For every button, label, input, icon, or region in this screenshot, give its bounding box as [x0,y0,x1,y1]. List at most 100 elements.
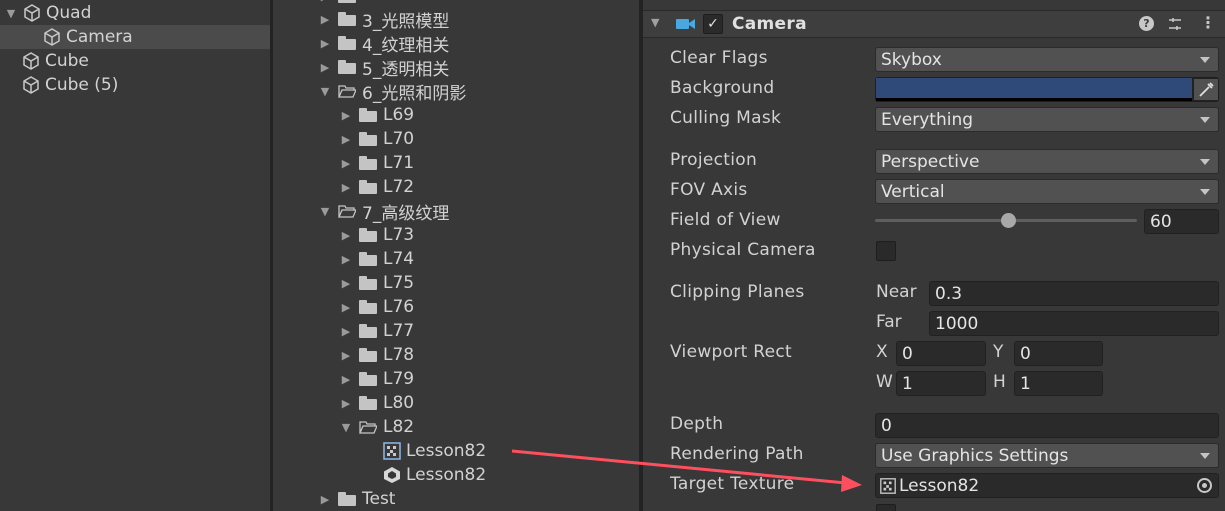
open-folder-icon [359,421,377,434]
presets-icon[interactable] [1167,16,1183,32]
project-folder-l77[interactable]: ▶ L77 [339,319,414,343]
clear-flags-dropdown[interactable]: Skybox [875,47,1219,72]
project-folder-l73[interactable]: ▶ L73 [339,223,414,247]
depth-value: 0 [881,415,892,436]
field-of-view-slider[interactable] [875,211,1137,231]
rendering-path-dropdown[interactable]: Use Graphics Settings [875,443,1219,468]
hierarchy-item-quad[interactable]: ▼ Quad [0,1,270,25]
folder-icon [359,180,377,194]
hierarchy-item-cube[interactable]: Cube [0,49,270,73]
dropdown-arrow-icon [1200,117,1210,123]
physical-camera-checkbox[interactable] [876,241,896,261]
project-folder-test[interactable]: ▶ Test [318,487,396,511]
expand-arrow-icon[interactable]: ▶ [339,156,353,170]
hierarchy-item-cube-5[interactable]: Cube (5) [0,73,270,97]
project-folder-l76[interactable]: ▶ L76 [339,295,414,319]
folder-label: 5_透明相关 [362,59,450,80]
near-plane-input[interactable]: 0.3 [929,281,1219,306]
component-enabled-checkbox[interactable]: ✓ [703,14,723,34]
expand-arrow-icon[interactable]: ▶ [339,372,353,386]
viewport-w-input[interactable]: 1 [896,371,986,396]
expand-arrow-icon[interactable]: ▶ [339,180,353,194]
folder-icon [359,228,377,242]
next-property-checkbox-partial[interactable] [876,504,896,511]
folder-icon [359,372,377,386]
collapse-arrow-icon[interactable]: ▼ [318,84,332,98]
expand-arrow-icon[interactable]: ▼ [4,6,18,20]
project-folder-l79[interactable]: ▶ L79 [339,367,414,391]
gameobject-cube-icon [23,76,39,94]
field-of-view-input[interactable]: 60 [1144,209,1219,234]
project-folder-l69[interactable]: ▶ L69 [339,103,414,127]
collapse-arrow-icon[interactable]: ▼ [318,204,332,218]
expand-arrow-icon[interactable]: ▶ [339,132,353,146]
foldout-arrow-icon[interactable]: ▼ [651,16,659,29]
expand-arrow-icon[interactable]: ▶ [339,300,353,314]
project-folder-l75[interactable]: ▶ L75 [339,271,414,295]
project-folder-7[interactable]: ▼ 7_高级纹理 [318,199,450,224]
slider-thumb[interactable] [1001,213,1016,228]
project-folder-4[interactable]: ▶ 4_纹理相关 [318,31,450,56]
dropdown-arrow-icon [1200,57,1210,63]
expand-arrow-icon[interactable]: ▶ [318,492,332,506]
hierarchy-item-camera[interactable]: Camera [0,25,270,49]
object-picker-icon[interactable] [1197,478,1212,493]
folder-label: L75 [383,273,415,293]
unity-scene-icon [384,467,400,483]
project-folder-l74[interactable]: ▶ L74 [339,247,414,271]
viewport-y-input[interactable]: 0 [1014,341,1103,366]
folder-icon [359,324,377,338]
projection-dropdown[interactable]: Perspective [875,149,1219,174]
expand-arrow-icon[interactable]: ▶ [318,12,332,26]
dropdown-arrow-icon [1200,453,1210,459]
project-folder-l78[interactable]: ▶ L78 [339,343,414,367]
expand-arrow-icon[interactable]: ▶ [318,36,332,50]
camera-component-header[interactable]: ▼ ✓ Camera ? ⋮ [643,10,1225,38]
expand-arrow-icon[interactable]: ▶ [339,252,353,266]
more-options-icon[interactable]: ⋮ [1200,13,1216,32]
far-label: Far [876,312,902,332]
viewport-x-input[interactable]: 0 [896,341,986,366]
expand-arrow-icon[interactable]: ▶ [339,348,353,362]
help-icon[interactable]: ? [1139,16,1154,31]
expand-arrow-icon[interactable]: ▶ [339,276,353,290]
project-folder-6[interactable]: ▼ 6_光照和阴影 [318,79,467,104]
viewport-x-value: 0 [902,343,913,364]
depth-input[interactable]: 0 [875,413,1219,438]
folder-icon [359,300,377,314]
project-folder-l72[interactable]: ▶ L72 [339,175,414,199]
culling-mask-label: Culling Mask [670,108,782,128]
project-asset-render-texture[interactable]: Lesson82 [382,439,486,463]
project-folder-l80[interactable]: ▶ L80 [339,391,414,415]
expand-arrow-icon[interactable]: ▶ [339,108,353,122]
project-folder-5[interactable]: ▶ 5_透明相关 [318,55,450,80]
target-texture-value: Lesson82 [899,475,980,496]
render-texture-icon [880,477,896,494]
viewport-h-input[interactable]: 1 [1014,371,1103,396]
fov-axis-dropdown[interactable]: Vertical [875,179,1219,204]
folder-icon [338,12,356,26]
expand-arrow-icon[interactable]: ▶ [339,228,353,242]
collapse-arrow-icon[interactable]: ▼ [339,420,353,434]
eyedropper-icon[interactable] [1194,79,1218,100]
project-folder-l70[interactable]: ▶ L70 [339,127,414,151]
folder-label: L69 [383,105,415,125]
background-color-swatch[interactable] [876,78,1192,98]
folder-label: 4_纹理相关 [362,35,450,56]
far-plane-input[interactable]: 1000 [929,311,1219,336]
expand-arrow-icon[interactable]: ▶ [318,60,332,74]
project-panel: ▶ ▶ 3_光照模型 ▶ 4_纹理相关 ▶ 5_透明相关 ▼ 6_光照和阴影 ▶… [273,0,639,511]
project-asset-scene[interactable]: Lesson82 [382,463,486,487]
project-folder-l71[interactable]: ▶ L71 [339,151,414,175]
culling-mask-dropdown[interactable]: Everything [875,107,1219,132]
folder-label: L79 [383,369,415,389]
target-texture-object-field[interactable]: Lesson82 [875,473,1219,498]
folder-icon [359,132,377,146]
hierarchy-item-label: Camera [66,27,133,47]
project-folder-l82[interactable]: ▼ L82 [339,415,414,439]
project-folder-3[interactable]: ▶ 3_光照模型 [318,7,450,32]
folder-icon [359,252,377,266]
expand-arrow-icon[interactable]: ▶ [339,324,353,338]
expand-arrow-icon[interactable]: ▶ [339,396,353,410]
background-color-field[interactable] [875,77,1219,102]
